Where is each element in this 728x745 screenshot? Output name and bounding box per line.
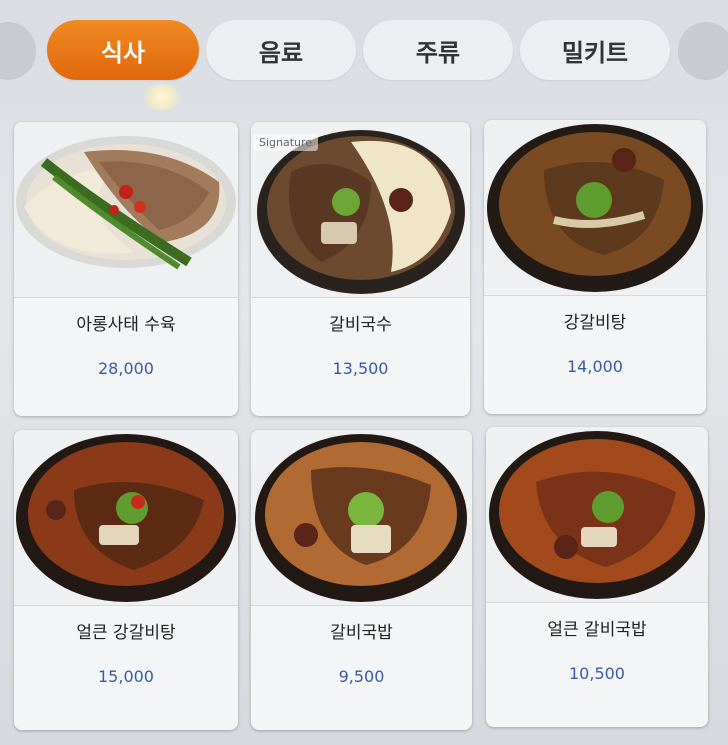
dish-photo xyxy=(251,430,472,605)
menu-item-price: 9,500 xyxy=(338,667,385,686)
card-divider xyxy=(486,602,708,603)
menu-item-price: 10,500 xyxy=(569,664,625,683)
dish-photo xyxy=(486,427,708,602)
scroll-left-edge[interactable] xyxy=(0,22,36,80)
menu-item-card[interactable]: 얼큰 강갈비탕 15,000 xyxy=(14,430,238,730)
menu-item-name: 강갈비탕 xyxy=(563,313,627,333)
menu-item-card[interactable]: 강갈비탕 14,000 xyxy=(484,120,706,414)
dish-photo xyxy=(14,430,238,605)
menu-item-name: 갈비국밥 xyxy=(330,623,393,643)
category-tabs: 식사 음료 주류 밀키트 xyxy=(0,20,728,82)
signature-badge: Signature xyxy=(253,134,319,151)
card-divider xyxy=(484,295,706,296)
menu-item-price: 28,000 xyxy=(98,359,154,378)
menu-item-price: 15,000 xyxy=(98,667,154,686)
menu-item-card[interactable]: 얼큰 갈비국밥 10,500 xyxy=(486,427,708,727)
menu-item-name: 갈비국수 xyxy=(329,315,392,335)
tab-meals[interactable]: 식사 xyxy=(47,20,199,80)
card-divider xyxy=(251,297,470,298)
scroll-right-edge[interactable] xyxy=(678,22,728,80)
tab-drinks[interactable]: 음료 xyxy=(206,20,356,80)
menu-item-card[interactable]: 갈비국밥 9,500 xyxy=(251,430,472,730)
menu-item-card[interactable]: 아롱사태 수육 28,000 xyxy=(14,122,238,416)
card-divider xyxy=(14,605,238,606)
menu-item-name: 얼큰 강갈비탕 xyxy=(76,623,176,643)
menu-item-card[interactable]: Signature 갈비국수 13,500 xyxy=(251,122,470,416)
screen-glare xyxy=(140,84,184,110)
menu-item-price: 13,500 xyxy=(332,359,389,378)
dish-photo xyxy=(484,120,706,295)
tab-meal-kit[interactable]: 밀키트 xyxy=(520,20,670,80)
dish-photo xyxy=(14,122,238,297)
card-divider xyxy=(14,297,238,298)
tab-liquor[interactable]: 주류 xyxy=(363,20,513,80)
menu-item-name: 아롱사태 수육 xyxy=(76,315,176,335)
card-divider xyxy=(251,605,472,606)
menu-item-name: 얼큰 갈비국밥 xyxy=(547,620,647,640)
menu-item-price: 14,000 xyxy=(567,357,623,376)
